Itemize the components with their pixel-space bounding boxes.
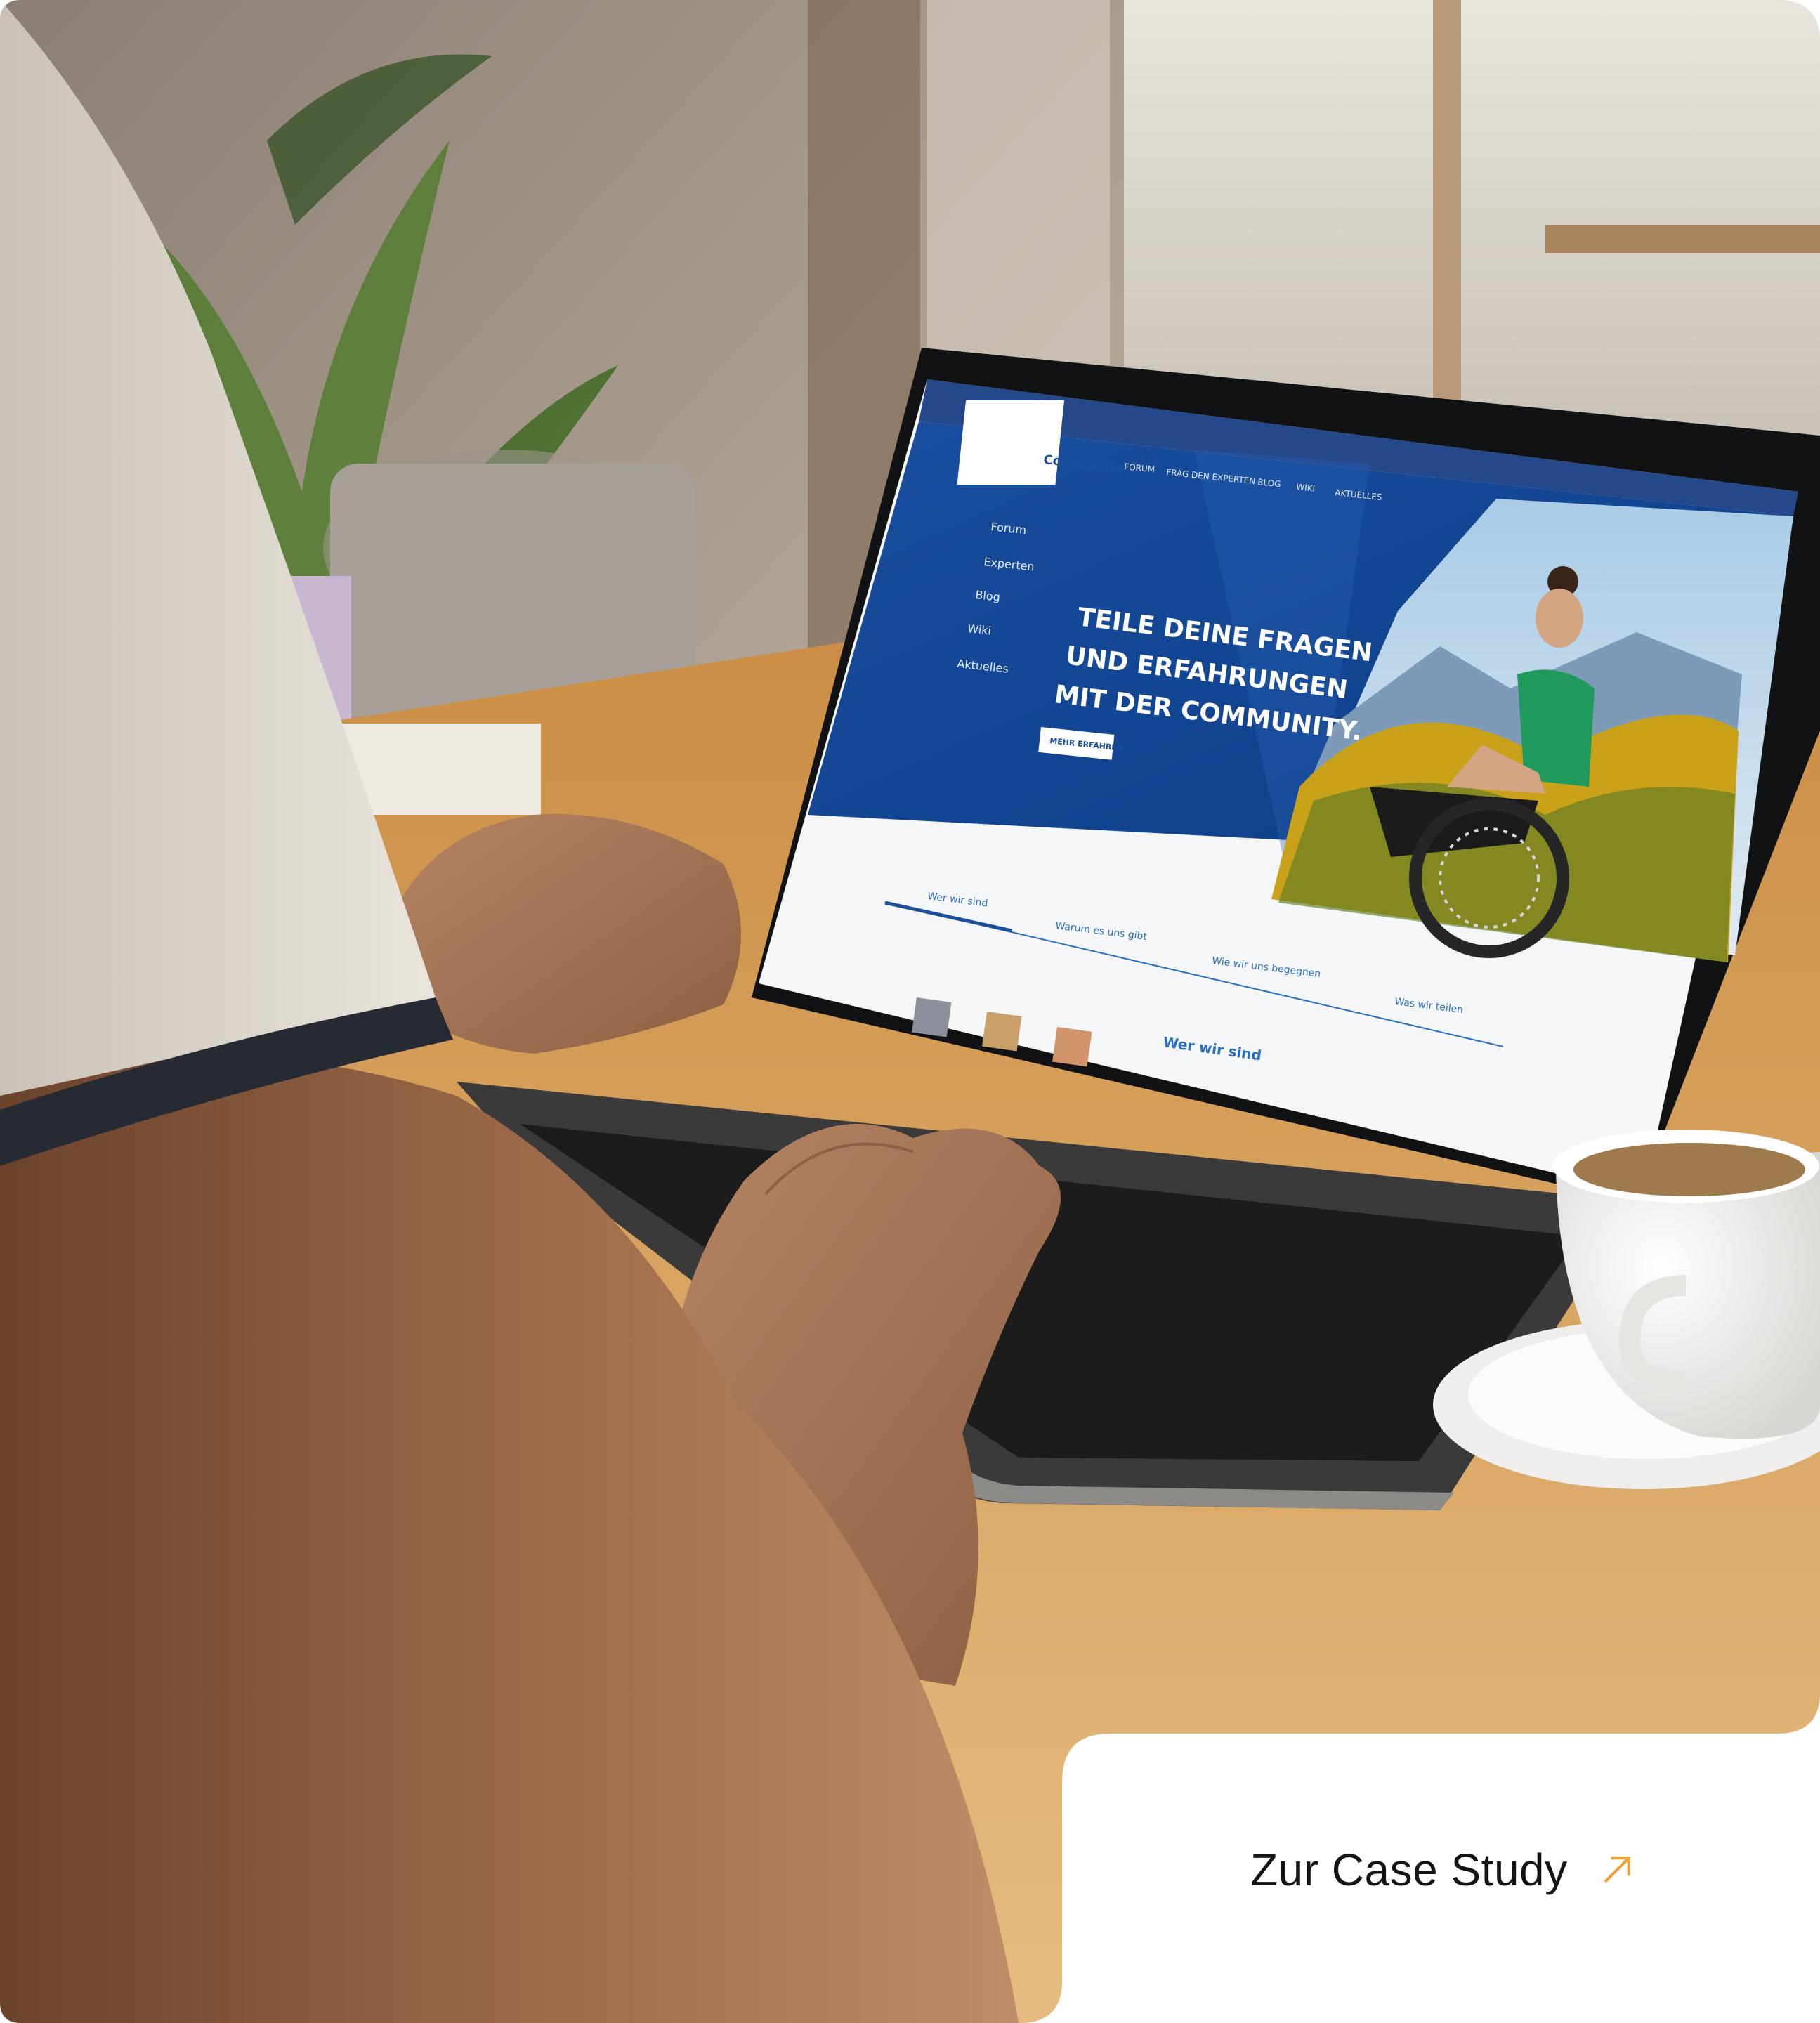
laptop-side-item: Wiki: [967, 622, 992, 637]
arrow-up-right-icon: [1604, 1857, 1630, 1883]
laptop-photo: Community FORUM FRAG DEN EXPERTEN BLOG W…: [0, 0, 1820, 2023]
laptop-nav-item: WIKI: [1296, 482, 1316, 494]
case-study-link[interactable]: Zur Case Study: [1250, 1844, 1637, 1896]
photo-card: Community FORUM FRAG DEN EXPERTEN BLOG W…: [0, 0, 1820, 2023]
laptop-side-item: Blog: [975, 588, 1001, 604]
case-study-label: Zur Case Study: [1250, 1845, 1568, 1895]
